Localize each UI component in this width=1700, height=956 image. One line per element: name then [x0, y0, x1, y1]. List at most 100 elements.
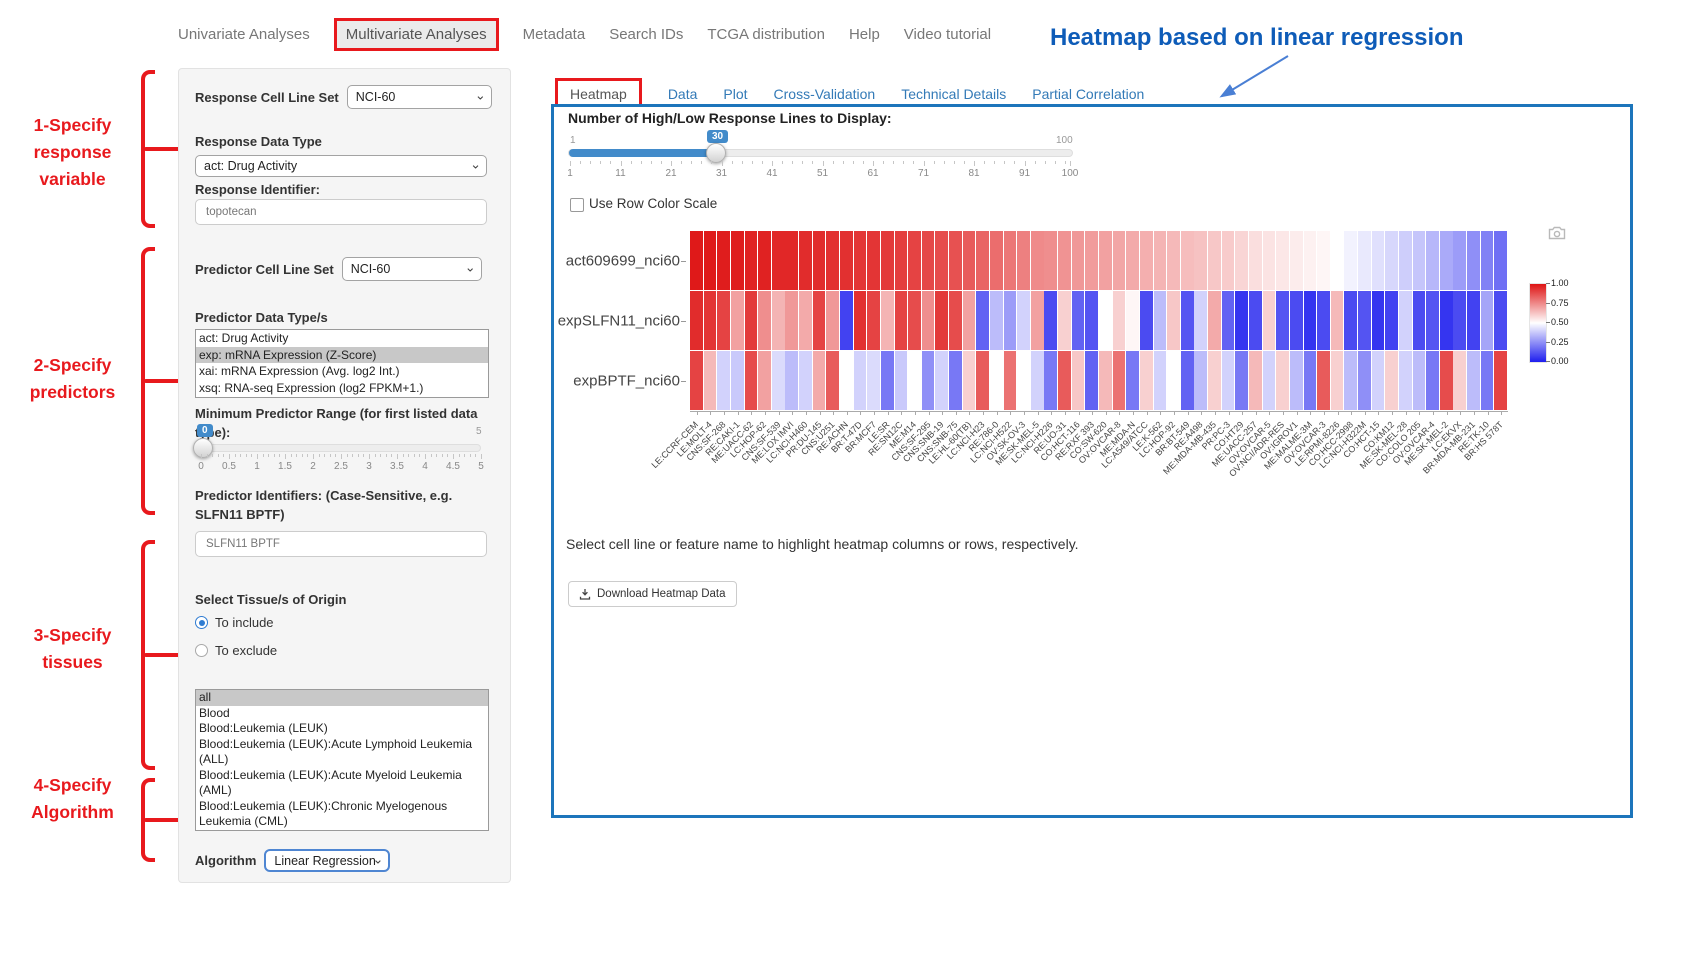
row-color-scale-checkbox[interactable]	[570, 198, 584, 212]
heatmap-cell[interactable]	[1372, 231, 1385, 290]
heatmap-cell[interactable]	[717, 231, 730, 290]
heatmap-cell[interactable]	[1099, 231, 1112, 290]
heatmap-cell[interactable]	[922, 291, 935, 350]
heatmap-cell[interactable]	[1263, 351, 1276, 410]
nav-item-univariate-analyses[interactable]: Univariate Analyses	[178, 26, 310, 43]
heatmap-cell[interactable]	[1099, 351, 1112, 410]
heatmap-cell[interactable]	[704, 231, 717, 290]
predictor-data-type-option[interactable]: exp: mRNA Expression (Z-Score)	[196, 347, 488, 364]
heatmap-cell[interactable]	[690, 291, 703, 350]
heatmap-cell[interactable]	[1426, 291, 1439, 350]
heatmap-cell[interactable]	[745, 291, 758, 350]
tissue-option[interactable]: Blood:Leukemia (LEUK):Acute Lymphoid Leu…	[196, 737, 488, 768]
nav-item-tcga-distribution[interactable]: TCGA distribution	[707, 26, 825, 43]
heatmap-cell[interactable]	[1031, 351, 1044, 410]
heatmap-cell[interactable]	[1004, 351, 1017, 410]
heatmap-cell[interactable]	[1358, 351, 1371, 410]
nav-item-metadata[interactable]: Metadata	[523, 26, 586, 43]
heatmap-cell[interactable]	[1304, 231, 1317, 290]
heatmap-cell[interactable]	[1085, 291, 1098, 350]
heatmap-cell[interactable]	[1113, 291, 1126, 350]
min-range-slider-handle[interactable]	[193, 438, 213, 458]
heatmap-cell[interactable]	[1126, 231, 1139, 290]
heatmap-cell[interactable]	[1494, 291, 1507, 350]
heatmap-cell[interactable]	[1331, 291, 1344, 350]
heatmap-cell[interactable]	[1004, 231, 1017, 290]
heatmap-cell[interactable]	[1290, 291, 1303, 350]
download-heatmap-button[interactable]: Download Heatmap Data	[568, 581, 737, 607]
heatmap-cell[interactable]	[1481, 231, 1494, 290]
heatmap-cell[interactable]	[1385, 291, 1398, 350]
heatmap-cell[interactable]	[1194, 291, 1207, 350]
heatmap-cell[interactable]	[990, 291, 1003, 350]
predictor-identifiers-input[interactable]	[195, 531, 487, 557]
heatmap-cell[interactable]	[935, 351, 948, 410]
heatmap-cell[interactable]	[840, 231, 853, 290]
heatmap-cell[interactable]	[1358, 291, 1371, 350]
heatmap-cell[interactable]	[976, 291, 989, 350]
heatmap-cell[interactable]	[1426, 351, 1439, 410]
heatmap-cell[interactable]	[826, 351, 839, 410]
heatmap-cell[interactable]	[1276, 231, 1289, 290]
heatmap-cell[interactable]	[1058, 231, 1071, 290]
heatmap-cell[interactable]	[1317, 291, 1330, 350]
heatmap-cell[interactable]	[935, 231, 948, 290]
heatmap-cell[interactable]	[1167, 231, 1180, 290]
heatmap-cell[interactable]	[1385, 231, 1398, 290]
heatmap-cell[interactable]	[1344, 231, 1357, 290]
heatmap-cell[interactable]	[1494, 351, 1507, 410]
heatmap-cell[interactable]	[1249, 291, 1262, 350]
heatmap-cell[interactable]	[1072, 231, 1085, 290]
tab-partial-correlation[interactable]: Partial Correlation	[1032, 86, 1144, 102]
heatmap-cell[interactable]	[1413, 231, 1426, 290]
heatmap-cell[interactable]	[758, 291, 771, 350]
lines-slider-handle[interactable]	[706, 143, 726, 163]
heatmap-cell[interactable]	[1140, 291, 1153, 350]
heatmap-cell[interactable]	[1154, 231, 1167, 290]
lines-slider-track[interactable]	[568, 149, 1073, 157]
heatmap-cell[interactable]	[1467, 291, 1480, 350]
heatmap-cell[interactable]	[867, 351, 880, 410]
heatmap-cell[interactable]	[1017, 231, 1030, 290]
heatmap-cell[interactable]	[1304, 291, 1317, 350]
tissue-option[interactable]: Blood:Leukemia (LEUK)	[196, 721, 488, 737]
heatmap-cell[interactable]	[1331, 231, 1344, 290]
predictor-data-type-option[interactable]: xsq: RNA-seq Expression (log2 FPKM+1.)	[196, 380, 488, 397]
heatmap-cell[interactable]	[1263, 291, 1276, 350]
heatmap-cell[interactable]	[881, 291, 894, 350]
heatmap-cell[interactable]	[745, 351, 758, 410]
heatmap-cell[interactable]	[1249, 351, 1262, 410]
heatmap-cell[interactable]	[976, 351, 989, 410]
heatmap-cell[interactable]	[1140, 351, 1153, 410]
heatmap-cell[interactable]	[826, 231, 839, 290]
heatmap-cell[interactable]	[799, 231, 812, 290]
heatmap-cell[interactable]	[976, 231, 989, 290]
heatmap-row-label[interactable]: act609699_nci60	[566, 253, 680, 270]
tissue-listbox[interactable]: allBloodBlood:Leukemia (LEUK)Blood:Leuke…	[195, 689, 489, 831]
heatmap-cell[interactable]	[1222, 231, 1235, 290]
heatmap-cell[interactable]	[1017, 291, 1030, 350]
heatmap-cell[interactable]	[1372, 351, 1385, 410]
heatmap-cell[interactable]	[1440, 351, 1453, 410]
heatmap-cell[interactable]	[1072, 351, 1085, 410]
heatmap-cell[interactable]	[1181, 291, 1194, 350]
heatmap-cell[interactable]	[1017, 351, 1030, 410]
heatmap-cell[interactable]	[1235, 291, 1248, 350]
heatmap-cell[interactable]	[908, 231, 921, 290]
heatmap-cell[interactable]	[1222, 351, 1235, 410]
heatmap-cell[interactable]	[922, 351, 935, 410]
heatmap-cell[interactable]	[895, 231, 908, 290]
heatmap-cell[interactable]	[1399, 351, 1412, 410]
heatmap-cell[interactable]	[1481, 291, 1494, 350]
heatmap-cell[interactable]	[1058, 291, 1071, 350]
response-identifier-input[interactable]	[195, 199, 487, 225]
camera-icon[interactable]	[1548, 226, 1566, 240]
heatmap-cell[interactable]	[731, 231, 744, 290]
heatmap-row-label[interactable]: expSLFN11_nci60	[558, 313, 680, 330]
heatmap-cell[interactable]	[1290, 231, 1303, 290]
heatmap-cell[interactable]	[1208, 291, 1221, 350]
heatmap-cell[interactable]	[908, 351, 921, 410]
heatmap-cell[interactable]	[881, 351, 894, 410]
heatmap-cell[interactable]	[1031, 231, 1044, 290]
heatmap-cell[interactable]	[1453, 231, 1466, 290]
